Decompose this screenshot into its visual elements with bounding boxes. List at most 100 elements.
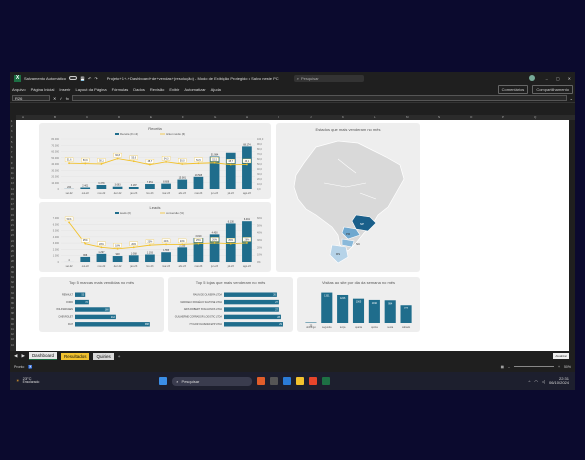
- row-header[interactable]: 14: [11, 188, 14, 191]
- cancel-icon[interactable]: ✕: [53, 96, 56, 101]
- column-header[interactable]: L: [374, 115, 376, 119]
- row-header[interactable]: 37: [11, 307, 14, 310]
- comments-button[interactable]: Comentários: [497, 84, 529, 94]
- row-header[interactable]: 43: [11, 338, 14, 341]
- name-box[interactable]: R26: [12, 95, 50, 101]
- save-icon[interactable]: 💾: [80, 76, 85, 81]
- search-box[interactable]: ⌕ Pesquisar: [293, 74, 364, 82]
- column-header[interactable]: F: [182, 115, 184, 119]
- row-header[interactable]: 11: [11, 172, 14, 175]
- formula-input[interactable]: [71, 95, 567, 101]
- add-sheet-icon[interactable]: +: [118, 354, 121, 359]
- row-header[interactable]: 7: [11, 151, 12, 154]
- tab-ajuda[interactable]: Ajuda: [211, 87, 221, 92]
- prev-sheet-icon[interactable]: ◀: [14, 353, 17, 359]
- column-header[interactable]: E: [150, 115, 152, 119]
- row-header[interactable]: 19: [11, 214, 14, 217]
- row-header[interactable]: 18: [11, 208, 14, 211]
- row-header[interactable]: 40: [11, 323, 14, 326]
- clock-date[interactable]: 06/10/2024: [549, 380, 569, 385]
- sheet-tab-resultados[interactable]: Resultados: [60, 352, 90, 360]
- edge-icon[interactable]: [283, 377, 292, 385]
- column-header[interactable]: N: [438, 115, 440, 119]
- minimize-button[interactable]: –: [546, 76, 548, 81]
- excel-taskbar-icon[interactable]: [322, 377, 331, 385]
- store-icon[interactable]: [309, 377, 318, 385]
- share-button[interactable]: Compartilhamento: [532, 84, 573, 94]
- windows-start-icon[interactable]: [159, 377, 168, 385]
- enter-icon[interactable]: ✓: [59, 96, 62, 101]
- maximize-button[interactable]: ▢: [556, 76, 560, 81]
- lojas-chart[interactable]: RAUN DE OLIVEIRA LTDA 26MARCELO ROGÉLIO S…: [168, 277, 293, 332]
- tray-chevron-icon[interactable]: ^: [529, 379, 531, 384]
- autosave-toggle[interactable]: [69, 76, 78, 80]
- close-button[interactable]: ✕: [568, 76, 571, 81]
- row-header[interactable]: 33: [11, 286, 14, 289]
- expand-formula-icon[interactable]: ⌄: [570, 96, 573, 101]
- column-header[interactable]: O: [470, 115, 472, 119]
- next-sheet-icon[interactable]: ▶: [21, 353, 24, 359]
- row-header[interactable]: 22: [11, 229, 14, 232]
- taskbar-search[interactable]: ⌕ Pesquisar: [172, 376, 253, 386]
- sheet-tab-dashboard[interactable]: Dashboard: [28, 352, 57, 360]
- dashboard-sheet[interactable]: Receita Receita (€ mil) ticket médio (€) 8…: [16, 120, 569, 351]
- row-header[interactable]: 29: [11, 266, 14, 269]
- leads-chart[interactable]: leads (#) conversão (%) 7.000 6.000 5.000 4.0…: [39, 202, 271, 272]
- row-header[interactable]: 36: [11, 302, 14, 305]
- row-header[interactable]: 42: [11, 333, 14, 336]
- row-header[interactable]: 4: [11, 136, 12, 139]
- wifi-icon[interactable]: ◠: [534, 379, 538, 384]
- accessibility-icon[interactable]: ♿: [28, 365, 32, 369]
- fx-icon[interactable]: fx: [66, 96, 69, 101]
- tab-automatizar[interactable]: Automatizar: [184, 87, 205, 92]
- row-header[interactable]: 39: [11, 318, 14, 321]
- brazil-map[interactable]: SP RS SC PR: [276, 123, 420, 272]
- row-header[interactable]: 28: [11, 260, 14, 263]
- tab-formulas[interactable]: Fórmulas: [112, 87, 129, 92]
- row-header[interactable]: 21: [11, 224, 14, 227]
- row-header[interactable]: 12: [11, 177, 14, 180]
- column-header[interactable]: I: [278, 115, 279, 119]
- tab-exibir[interactable]: Exibir: [169, 87, 179, 92]
- vertical-scrollbar[interactable]: [569, 120, 575, 351]
- zoom-slider[interactable]: [513, 366, 554, 367]
- row-header[interactable]: 1: [11, 120, 12, 123]
- tab-dados[interactable]: Dados: [133, 87, 145, 92]
- column-header[interactable]: A: [22, 115, 24, 119]
- tab-revisao[interactable]: Revisão: [150, 87, 164, 92]
- row-header[interactable]: 3: [11, 130, 12, 133]
- column-header[interactable]: K: [342, 115, 344, 119]
- tab-layout[interactable]: Layout da Página: [75, 87, 106, 92]
- task-view-icon[interactable]: [270, 377, 279, 385]
- weather-widget[interactable]: ☀ 23°C Ensolarado: [16, 376, 39, 385]
- avatar[interactable]: [528, 75, 535, 81]
- row-header[interactable]: 20: [11, 219, 14, 222]
- file-explorer-icon[interactable]: [296, 377, 305, 385]
- row-header[interactable]: 30: [11, 271, 14, 274]
- row-header[interactable]: 41: [11, 328, 14, 331]
- row-header[interactable]: 32: [11, 281, 14, 284]
- row-header[interactable]: 16: [11, 198, 14, 201]
- row-header[interactable]: 35: [11, 297, 14, 300]
- view-normal-icon[interactable]: ▦: [501, 365, 504, 369]
- row-header[interactable]: 10: [11, 167, 14, 170]
- column-header[interactable]: H: [246, 115, 248, 119]
- column-header[interactable]: J: [310, 115, 312, 119]
- redo-icon[interactable]: ↷: [94, 76, 97, 81]
- row-header[interactable]: 5: [11, 141, 12, 144]
- row-header[interactable]: 9: [11, 162, 12, 165]
- row-header[interactable]: 8: [11, 156, 12, 159]
- row-header[interactable]: 13: [11, 182, 14, 185]
- column-header[interactable]: G: [214, 115, 216, 119]
- row-header[interactable]: 44: [11, 344, 14, 347]
- column-header[interactable]: C: [86, 115, 88, 119]
- visitas-chart[interactable]: 23domingo1331segunda1226terça1065quarta1…: [297, 277, 420, 332]
- undo-icon[interactable]: ↶: [88, 76, 91, 81]
- zoom-plus[interactable]: +: [558, 365, 560, 369]
- row-header[interactable]: 27: [11, 255, 14, 258]
- tab-arquivo[interactable]: Arquivo: [12, 87, 26, 92]
- app-icon-1[interactable]: [257, 377, 266, 385]
- row-header[interactable]: 38: [11, 312, 14, 315]
- volume-icon[interactable]: ◁: [542, 379, 545, 384]
- row-header[interactable]: 23: [11, 234, 14, 237]
